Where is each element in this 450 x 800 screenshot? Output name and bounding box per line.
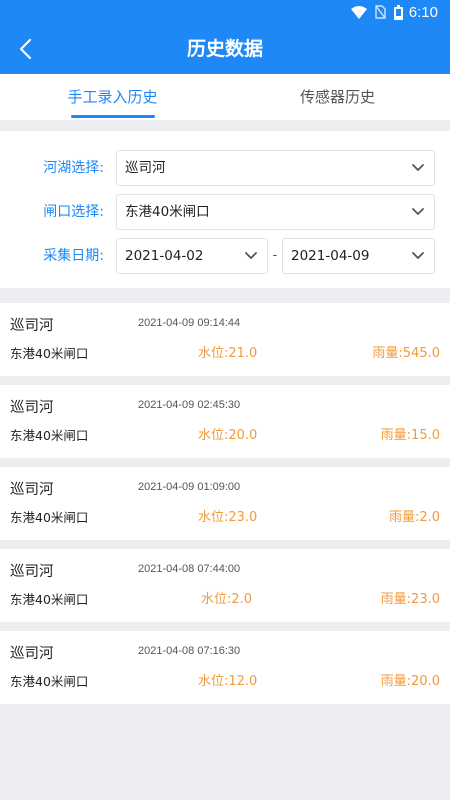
chevron-down-icon (412, 164, 424, 171)
record-time: 2021-04-09 09:14:44 (138, 317, 241, 329)
date-range-label: 采集日期: (43, 248, 104, 264)
start-date-select[interactable]: 2021-04-02 (116, 238, 268, 274)
record-water-level: 水位:21.0 (198, 346, 258, 361)
record-card[interactable]: 巡司河 2021-04-09 02:45:30 东港40米闸口 水位:20.0 … (0, 385, 450, 458)
record-card[interactable]: 巡司河 2021-04-09 09:14:44 东港40米闸口 水位:21.0 … (0, 303, 450, 376)
river-select-label: 河湖选择: (43, 160, 104, 176)
battery-icon (393, 4, 403, 20)
record-rainfall: 雨量:545.0 (372, 346, 440, 361)
wifi-icon (350, 5, 367, 19)
record-river: 巡司河 (10, 564, 54, 580)
record-gate: 东港40米闸口 (10, 346, 89, 361)
gate-filter-row: 闸口选择: 东港40米闸口 (0, 194, 450, 230)
status-bar: 6:10 (0, 0, 450, 24)
record-rainfall: 雨量:15.0 (380, 428, 440, 443)
record-gate: 东港40米闸口 (10, 428, 89, 443)
tab-manual-history[interactable]: 手工录入历史 (0, 74, 225, 120)
record-water-level: 水位:20.0 (198, 428, 258, 443)
end-date-value: 2021-04-09 (291, 248, 370, 264)
record-river: 巡司河 (10, 646, 54, 662)
gate-select-value: 东港40米闸口 (125, 204, 210, 220)
record-time: 2021-04-08 07:44:00 (138, 563, 241, 575)
start-date-value: 2021-04-02 (125, 248, 204, 264)
date-separator: - (272, 248, 278, 263)
gate-select-label: 闸口选择: (43, 204, 104, 220)
record-water-level: 水位:2.0 (201, 592, 253, 607)
gate-select[interactable]: 东港40米闸口 (116, 194, 435, 230)
record-card[interactable]: 巡司河 2021-04-08 07:16:30 东港40米闸口 水位:12.0 … (0, 631, 450, 704)
record-rainfall: 雨量:23.0 (380, 592, 440, 607)
record-river: 巡司河 (10, 318, 54, 334)
record-time: 2021-04-08 07:16:30 (138, 645, 241, 657)
river-select[interactable]: 巡司河 (116, 150, 435, 186)
record-river: 巡司河 (10, 482, 54, 498)
chevron-down-icon (412, 208, 424, 215)
record-gate: 东港40米闸口 (10, 510, 89, 525)
no-sim-icon (375, 5, 386, 19)
record-time: 2021-04-09 01:09:00 (138, 481, 241, 493)
record-water-level: 水位:23.0 (198, 510, 258, 525)
page-title: 历史数据 (186, 38, 263, 60)
record-rainfall: 雨量:2.0 (388, 510, 440, 525)
chevron-down-icon (245, 252, 257, 259)
status-time: 6:10 (408, 3, 438, 21)
river-filter-row: 河湖选择: 巡司河 (0, 150, 450, 186)
tab-sensor-history[interactable]: 传感器历史 (225, 74, 450, 120)
record-card[interactable]: 巡司河 2021-04-09 01:09:00 东港40米闸口 水位:23.0 … (0, 467, 450, 540)
app-bar: 历史数据 (0, 24, 450, 74)
record-time: 2021-04-09 02:45:30 (138, 399, 241, 411)
chevron-down-icon (412, 252, 424, 259)
record-river: 巡司河 (10, 400, 54, 416)
record-gate: 东港40米闸口 (10, 674, 89, 689)
record-card[interactable]: 巡司河 2021-04-08 07:44:00 东港40米闸口 水位:2.0 雨… (0, 549, 450, 622)
record-gate: 东港40米闸口 (10, 592, 89, 607)
river-select-value: 巡司河 (125, 160, 166, 176)
record-water-level: 水位:12.0 (198, 674, 258, 689)
tab-bar: 手工录入历史 传感器历史 (0, 74, 450, 120)
date-filter-row: 采集日期: 2021-04-02 - 2021-04-09 (0, 238, 450, 274)
end-date-select[interactable]: 2021-04-09 (282, 238, 435, 274)
filter-panel: 河湖选择: 巡司河 闸口选择: 东港40米闸口 采集日期: 2021-04-02… (0, 131, 450, 288)
record-rainfall: 雨量:20.0 (380, 674, 440, 689)
